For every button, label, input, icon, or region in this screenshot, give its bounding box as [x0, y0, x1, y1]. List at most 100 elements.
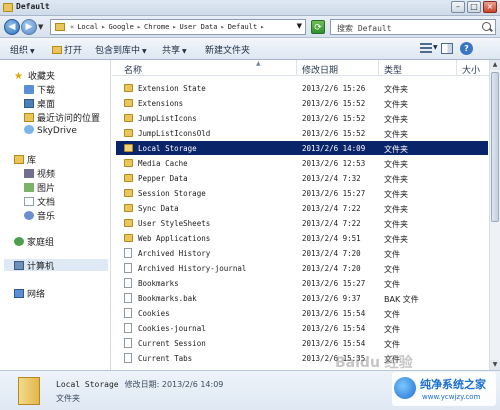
file-name: Pepper Data [138, 174, 188, 183]
file-name: Archived History [138, 249, 211, 258]
file-type: 文件夹 [384, 205, 408, 214]
column-divider[interactable] [296, 60, 297, 76]
nav-libraries[interactable]: 库 [14, 153, 36, 166]
recent-pages-dropdown[interactable]: ▼ [38, 23, 43, 31]
scroll-down-icon[interactable]: ▼ [490, 360, 500, 370]
share-button[interactable]: 共享 ▼ [162, 43, 187, 56]
file-name: Current Tabs [138, 354, 193, 363]
breadcrumb-item[interactable]: Local [77, 23, 98, 31]
column-divider[interactable] [378, 60, 379, 76]
column-header-row: ▲ 名称 修改日期 类型 大小 [112, 60, 489, 76]
breadcrumb-item[interactable]: Chrome [144, 23, 169, 31]
file-type: 文件夹 [384, 115, 408, 124]
folder-icon [3, 3, 13, 12]
nav-recent[interactable]: 最近访问的位置 [24, 111, 100, 124]
file-row[interactable]: Bookmarks.bak 2013/2/6 9:37 BAK 文件 [116, 291, 488, 305]
file-date: 2013/2/6 15:26 [302, 84, 366, 93]
file-row[interactable]: Archived History 2013/2/4 7:20 文件 [116, 246, 488, 260]
back-button[interactable]: ◀ [4, 19, 20, 35]
file-date: 2013/2/6 14:09 [302, 144, 366, 153]
file-name: Sync Data [138, 204, 179, 213]
nav-videos[interactable]: 视频 [24, 167, 55, 180]
file-row[interactable]: Session Storage 2013/2/6 15:27 文件夹 [116, 186, 488, 200]
file-type: 文件 [384, 310, 400, 319]
nav-downloads[interactable]: 下载 [24, 83, 55, 96]
file-row[interactable]: Current Tabs 2013/2/6 15:35 文件 [116, 351, 488, 365]
file-date: 2013/2/6 12:53 [302, 159, 366, 168]
file-name: Current Session [138, 339, 206, 348]
chevron-down-icon[interactable]: ▼ [433, 44, 438, 51]
file-date: 2013/2/6 15:54 [302, 309, 366, 318]
file-row[interactable]: JumpListIcons 2013/2/6 15:52 文件夹 [116, 111, 488, 125]
column-date[interactable]: 修改日期 [302, 63, 338, 76]
window-title: Default [16, 2, 50, 11]
refresh-button[interactable]: ⟳ [311, 20, 325, 34]
file-date: 2013/2/6 9:37 [302, 294, 361, 303]
include-library-button[interactable]: 包含到库中 ▼ [95, 43, 147, 56]
site-watermark: 纯净系统之家 www.ycwjzy.com [392, 372, 496, 406]
breadcrumb-item[interactable]: User Data [180, 23, 218, 31]
column-divider[interactable] [456, 60, 457, 76]
nav-desktop[interactable]: 桌面 [24, 97, 55, 110]
vertical-scrollbar[interactable]: ▲ ▼ [489, 60, 500, 370]
file-row[interactable]: Cookies-journal 2013/2/6 15:54 文件 [116, 321, 488, 335]
file-name: Bookmarks.bak [138, 294, 197, 303]
search-icon[interactable] [482, 22, 491, 31]
file-row[interactable]: Extensions 2013/2/6 15:52 文件夹 [116, 96, 488, 110]
music-icon [24, 211, 34, 220]
recent-places-icon [24, 113, 34, 122]
nav-pictures[interactable]: 图片 [24, 181, 55, 194]
file-icon [124, 338, 132, 348]
address-bar[interactable]: «Local ▸ Google ▸ Chrome ▸ User Data ▸ Default ▸ … [50, 19, 306, 35]
scroll-up-icon[interactable]: ▲ [490, 60, 500, 70]
nav-favorites[interactable]: ★ 收藏夹 [14, 69, 55, 82]
organize-button[interactable]: 组织 ▼ [10, 43, 35, 56]
nav-computer[interactable]: 计算机 [4, 259, 108, 272]
file-row[interactable]: JumpListIconsOld 2013/2/6 15:52 文件夹 [116, 126, 488, 140]
preview-pane-icon[interactable] [441, 43, 453, 54]
column-size[interactable]: 大小 [462, 63, 480, 76]
file-row[interactable]: Extension State 2013/2/6 15:26 文件夹 [116, 81, 488, 95]
computer-icon [14, 261, 24, 270]
file-row[interactable]: Cookies 2013/2/6 15:54 文件 [116, 306, 488, 320]
file-icon [124, 248, 132, 258]
minimize-button[interactable]: – [451, 1, 465, 13]
column-type[interactable]: 类型 [384, 63, 402, 76]
file-row[interactable]: Sync Data 2013/2/4 7:22 文件夹 [116, 201, 488, 215]
file-row[interactable]: Media Cache 2013/2/6 12:53 文件夹 [116, 156, 488, 170]
file-row[interactable]: Local Storage 2013/2/6 14:09 文件夹 [116, 141, 488, 155]
view-options-icon[interactable] [420, 43, 432, 53]
new-folder-button[interactable]: 新建文件夹 [205, 43, 250, 56]
file-row[interactable]: User StyleSheets 2013/2/4 7:22 文件夹 [116, 216, 488, 230]
file-name: JumpListIcons [138, 114, 197, 123]
folder-icon [52, 46, 62, 54]
file-row[interactable]: Web Applications 2013/2/4 9:51 文件夹 [116, 231, 488, 245]
breadcrumb-item[interactable]: Default [228, 23, 258, 31]
file-type: 文件 [384, 280, 400, 289]
scrollbar-thumb[interactable] [491, 72, 499, 222]
network-icon [14, 289, 24, 298]
file-row[interactable]: Pepper Data 2013/2/4 7:32 文件夹 [116, 171, 488, 185]
file-row[interactable]: Current Session 2013/2/6 15:54 文件 [116, 336, 488, 350]
nav-music[interactable]: 音乐 [24, 209, 55, 222]
open-button[interactable]: 打开 [52, 43, 82, 56]
nav-documents[interactable]: 文档 [24, 195, 55, 208]
file-name: Cookies-journal [138, 324, 206, 333]
nav-network[interactable]: 网络 [14, 287, 45, 300]
forward-button[interactable]: ▶ [21, 19, 37, 35]
file-icon [124, 278, 132, 288]
file-date: 2013/2/4 9:51 [302, 234, 361, 243]
file-row[interactable]: Archived History-journal 2013/2/4 7:20 文件 [116, 261, 488, 275]
chevron-down-icon[interactable]: ▼ [297, 22, 302, 30]
breadcrumb-item[interactable]: Google [109, 23, 134, 31]
search-input[interactable]: 搜索 Default [330, 19, 496, 35]
folder-icon [124, 84, 133, 92]
nav-homegroup[interactable]: 家庭组 [14, 235, 54, 248]
file-row[interactable]: Bookmarks 2013/2/6 15:27 文件 [116, 276, 488, 290]
maximize-button[interactable]: □ [467, 1, 481, 13]
help-icon[interactable]: ? [460, 42, 473, 55]
close-button[interactable]: × [483, 1, 497, 13]
file-date: 2013/2/4 7:22 [302, 219, 361, 228]
nav-skydrive[interactable]: SkyDrive [24, 125, 77, 137]
column-name[interactable]: 名称 [124, 63, 142, 76]
